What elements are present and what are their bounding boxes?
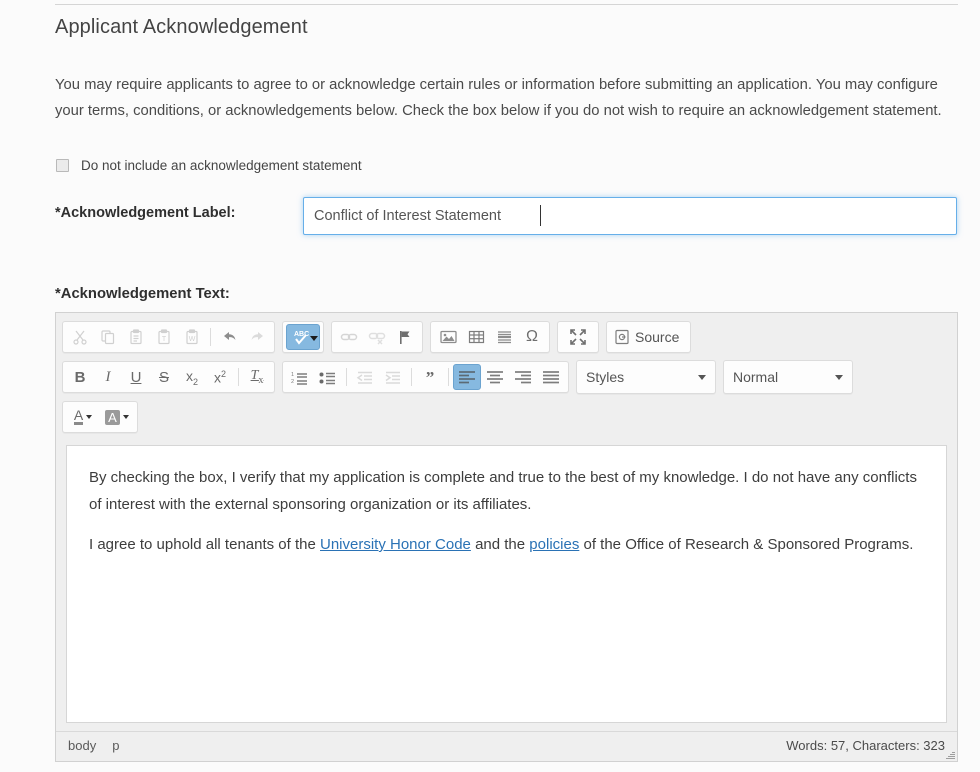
format-dropdown[interactable]: Normal (723, 360, 853, 394)
underline-icon[interactable]: U (122, 364, 150, 390)
page-title: Applicant Acknowledgement (55, 16, 308, 38)
section-description: You may require applicants to agree to o… (55, 77, 942, 119)
editor-toolbar-row-3: A A (60, 399, 953, 435)
resize-grip-icon[interactable] (945, 750, 955, 760)
editor-paragraph-2: I agree to uphold all tenants of the Uni… (89, 531, 924, 558)
italic-icon[interactable]: I (94, 364, 122, 390)
spellcheck-icon[interactable]: ABC (286, 324, 320, 350)
policies-link[interactable]: policies (529, 536, 579, 553)
link-icon[interactable] (335, 324, 363, 350)
source-button[interactable]: Source (610, 324, 687, 350)
paste-word-icon[interactable]: W (178, 324, 206, 350)
subscript-icon[interactable]: x2 (178, 364, 206, 390)
bulleted-list-icon[interactable] (314, 364, 342, 390)
paste-text-icon[interactable]: T (150, 324, 178, 350)
element-path: body p (68, 738, 135, 753)
text-caret (540, 205, 541, 226)
word-count: Words: 57, Characters: 323 (786, 738, 945, 753)
colors-group: A A (62, 401, 138, 433)
source-group: Source (606, 321, 692, 353)
toolbar-separator (346, 368, 347, 386)
insert-group: Ω (430, 321, 550, 353)
acknowledgement-text-caption: *Acknowledgement Text: (55, 286, 230, 302)
rich-text-editor: T W ABC Ω Source B I U S x2 x2 Tx 1 2 ” … (55, 312, 958, 762)
maximize-icon[interactable] (561, 324, 595, 350)
source-button-label: Source (635, 329, 680, 345)
indent-icon[interactable] (379, 364, 407, 390)
bold-icon[interactable]: B (66, 364, 94, 390)
special-character-icon[interactable]: Ω (518, 324, 546, 350)
paragraph-2-text-post: of the Office of Research & Sponsored Pr… (579, 536, 914, 553)
format-dropdown-label: Normal (733, 369, 779, 385)
align-left-icon[interactable] (453, 364, 481, 390)
toolbar-separator (210, 328, 211, 346)
horizontal-rule-icon[interactable] (490, 324, 518, 350)
editor-content-area[interactable]: By checking the box, I verify that my ap… (66, 445, 947, 723)
remove-format-icon[interactable]: Tx (243, 364, 271, 390)
toolbar-separator (448, 368, 449, 386)
chevron-down-icon (86, 415, 93, 419)
background-color-icon[interactable]: A (100, 404, 134, 430)
table-icon[interactable] (462, 324, 490, 350)
no-acknowledgement-checkbox-row[interactable]: Do not include an acknowledgement statem… (56, 158, 362, 173)
editor-paragraph-1: By checking the box, I verify that my ap… (89, 469, 917, 513)
acknowledgement-label-caption: *Acknowledgement Label: (55, 205, 236, 221)
spellcheck-group: ABC (282, 321, 324, 353)
top-divider (55, 4, 958, 5)
editor-toolbar-row-2: B I U S x2 x2 Tx 1 2 ” Styles Normal (60, 358, 953, 396)
justify-icon[interactable] (537, 364, 565, 390)
blockquote-icon[interactable]: ” (416, 364, 444, 390)
align-right-icon[interactable] (509, 364, 537, 390)
svg-text:2: 2 (291, 379, 294, 385)
editor-toolbar-row-1: T W ABC Ω Source (60, 319, 953, 355)
anchor-icon[interactable] (391, 324, 419, 350)
link-group (331, 321, 423, 353)
editor-toolbox: T W ABC Ω Source B I U S x2 x2 Tx 1 2 ” … (56, 313, 957, 441)
svg-text:W: W (189, 336, 196, 343)
copy-icon[interactable] (94, 324, 122, 350)
styles-dropdown-label: Styles (586, 369, 625, 385)
align-center-icon[interactable] (481, 364, 509, 390)
cut-icon[interactable] (66, 324, 94, 350)
toolbar-separator (411, 368, 412, 386)
basic-styles-group: B I U S x2 x2 Tx (62, 361, 275, 393)
paragraph-2-text-mid: and the (470, 536, 530, 553)
svg-text:T: T (162, 336, 167, 343)
element-path-body[interactable]: body (68, 738, 96, 753)
toolbar-separator (238, 368, 239, 386)
paste-icon[interactable] (122, 324, 150, 350)
editor-status-bar: body p Words: 57, Characters: 323 (56, 731, 957, 761)
paragraph-group: 1 2 ” (282, 361, 569, 393)
superscript-icon[interactable]: x2 (206, 364, 234, 390)
university-honor-code-link[interactable]: University Honor Code (320, 536, 471, 553)
svg-text:ABC: ABC (294, 331, 309, 338)
image-icon[interactable] (434, 324, 462, 350)
text-color-icon[interactable]: A (66, 404, 100, 430)
acknowledgement-page: Applicant Acknowledgement You may requir… (0, 0, 980, 772)
paragraph-2-text-pre: I agree to uphold all tenants of the (89, 536, 320, 553)
acknowledgement-label-input-wrapper[interactable] (303, 197, 957, 235)
no-acknowledgement-checkbox[interactable] (56, 159, 69, 172)
undo-icon[interactable] (215, 324, 243, 350)
maximize-group (557, 321, 599, 353)
outdent-icon[interactable] (351, 364, 379, 390)
redo-icon[interactable] (243, 324, 271, 350)
chevron-down-icon (698, 374, 706, 380)
element-path-p[interactable]: p (112, 738, 119, 753)
strikethrough-icon[interactable]: S (150, 364, 178, 390)
chevron-down-icon (122, 415, 129, 419)
clipboard-group: T W (62, 321, 275, 353)
numbered-list-icon[interactable]: 1 2 (286, 364, 314, 390)
styles-dropdown[interactable]: Styles (576, 360, 716, 394)
unlink-icon[interactable] (363, 324, 391, 350)
acknowledgement-label-input[interactable] (303, 197, 957, 235)
svg-text:1: 1 (291, 372, 294, 378)
chevron-down-icon (835, 374, 843, 380)
no-acknowledgement-checkbox-label: Do not include an acknowledgement statem… (81, 158, 362, 173)
